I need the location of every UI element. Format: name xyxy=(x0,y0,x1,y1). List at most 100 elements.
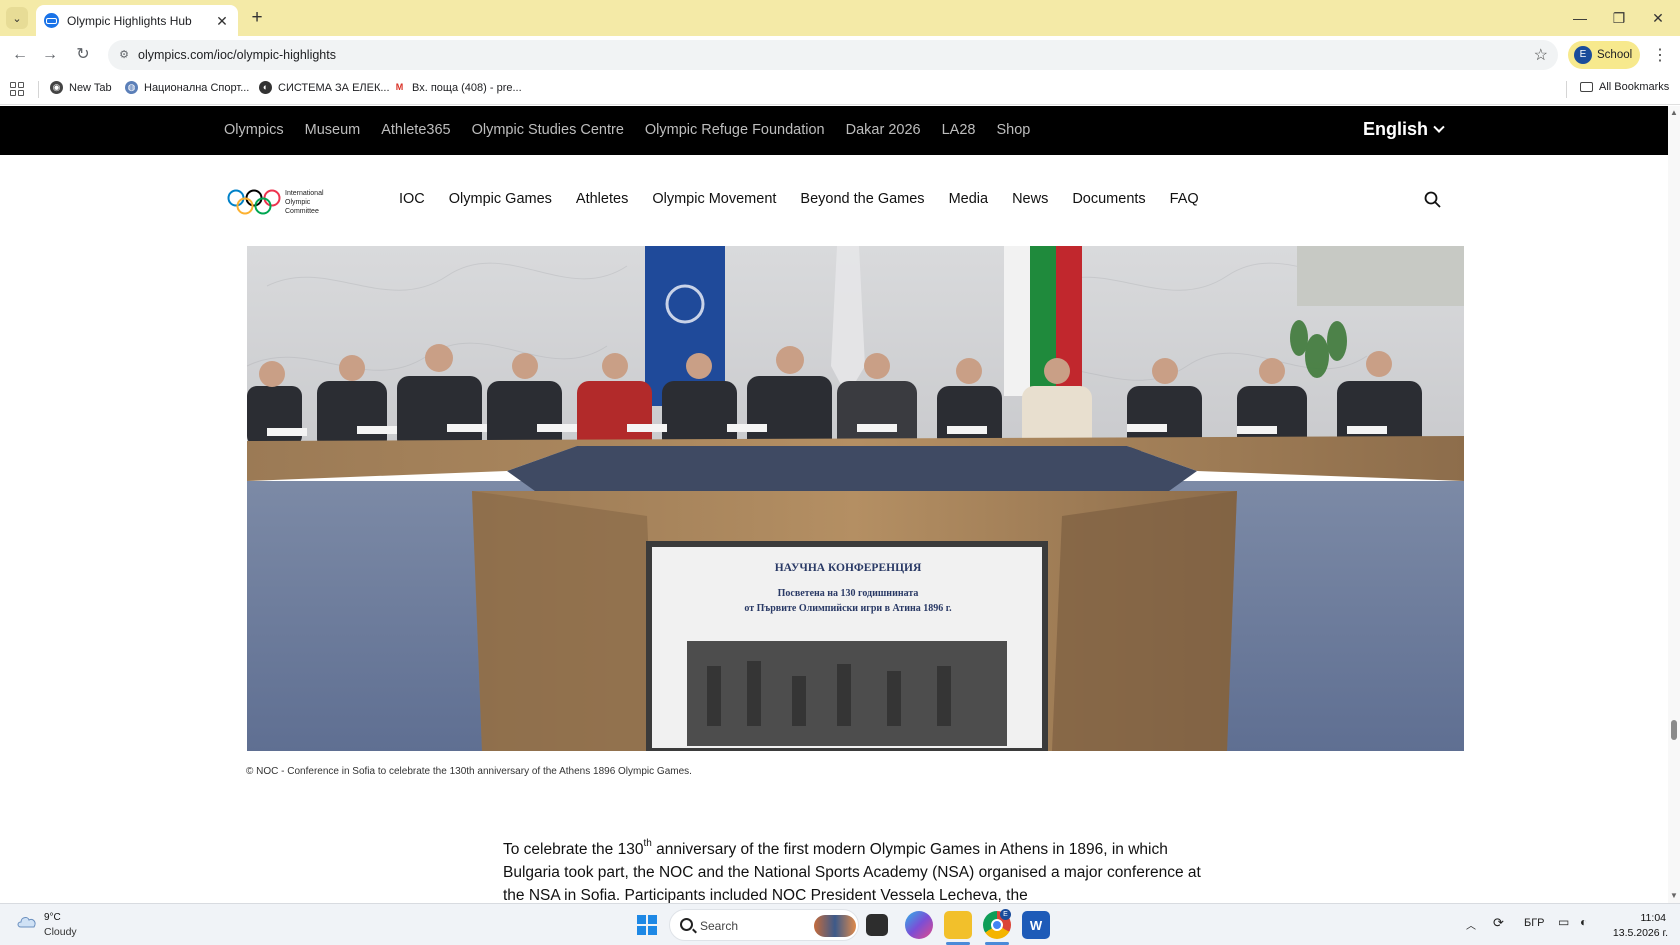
clock-time[interactable]: 11:04 xyxy=(1636,912,1667,924)
nav-items: IOC Olympic Games Athletes Olympic Movem… xyxy=(399,191,1199,207)
nav-item-media[interactable]: Media xyxy=(949,191,989,207)
tab-strip: ⌄ Olympic Highlights Hub ✕ + — ❐ ✕ xyxy=(0,0,1680,36)
file-explorer-icon[interactable] xyxy=(944,911,972,939)
bookmark-system[interactable]: ◐ СИСТЕМА ЗА ЕЛЕК... xyxy=(259,81,390,94)
topbar-link-refuge-foundation[interactable]: Olympic Refuge Foundation xyxy=(645,122,825,138)
network-icon[interactable]: ▭ xyxy=(1558,915,1569,929)
restore-button[interactable]: ❐ xyxy=(1601,6,1637,30)
topbar-link-la28[interactable]: LA28 xyxy=(942,122,976,138)
screen-subtitle-1: Посветена на 130 годишнината xyxy=(777,588,919,599)
bookmark-gmail[interactable]: M Вх. поща (408) - pre... xyxy=(393,81,522,94)
close-window-button[interactable]: ✕ xyxy=(1640,6,1676,30)
globe-icon: ◍ xyxy=(125,81,138,94)
new-tab-button[interactable]: + xyxy=(246,7,268,29)
reload-button[interactable]: ↻ xyxy=(71,44,95,66)
nav-item-olympic-games[interactable]: Olympic Games xyxy=(449,191,552,207)
windows-start-icon[interactable] xyxy=(637,915,657,935)
topbar-link-shop[interactable]: Shop xyxy=(996,122,1030,138)
profile-button[interactable]: E School xyxy=(1568,41,1640,69)
back-button[interactable]: ← xyxy=(8,44,32,66)
page-scrollbar[interactable]: ▲ ▼ xyxy=(1668,106,1680,903)
sync-icon[interactable]: ⟳ xyxy=(1493,915,1504,931)
tab-search-button[interactable]: ⌄ xyxy=(6,7,28,29)
nav-item-athletes[interactable]: Athletes xyxy=(576,191,628,207)
language-selector[interactable]: English xyxy=(1363,119,1445,140)
weather-temp[interactable]: 9°C xyxy=(44,912,61,923)
scroll-down-icon[interactable]: ▼ xyxy=(1670,891,1678,900)
ioc-logo[interactable]: International Olympic Committee xyxy=(227,187,337,221)
nav-item-faq[interactable]: FAQ xyxy=(1170,191,1199,207)
site-icon: ◐ xyxy=(259,81,272,94)
topbar-link-studies-centre[interactable]: Olympic Studies Centre xyxy=(472,122,624,138)
minimize-button[interactable]: — xyxy=(1562,6,1598,30)
gmail-icon: M xyxy=(393,81,406,94)
page-viewport: Olympics Museum Athlete365 Olympic Studi… xyxy=(0,106,1668,903)
nav-item-ioc[interactable]: IOC xyxy=(399,191,425,207)
active-tab[interactable]: Olympic Highlights Hub ✕ xyxy=(36,5,238,36)
hero-photo: НАУЧНА КОНФЕРЕНЦИЯ Посветена на 130 годи… xyxy=(247,246,1464,751)
olympics-favicon-icon xyxy=(44,13,59,28)
address-bar[interactable]: ⚙ olympics.com/ioc/olympic-highlights ☆ xyxy=(108,40,1558,70)
scroll-up-icon[interactable]: ▲ xyxy=(1670,108,1678,117)
search-highlight-icon xyxy=(814,915,856,937)
profile-avatar: E xyxy=(1574,46,1592,64)
scroll-thumb[interactable] xyxy=(1671,720,1677,740)
close-tab-icon[interactable]: ✕ xyxy=(214,13,230,29)
nav-item-news[interactable]: News xyxy=(1012,191,1048,207)
topbar-link-athlete365[interactable]: Athlete365 xyxy=(381,122,450,138)
profile-label: School xyxy=(1597,49,1633,61)
folder-icon xyxy=(1580,82,1593,92)
olympic-rings-icon xyxy=(227,189,281,215)
weather-condition[interactable]: Cloudy xyxy=(44,926,77,938)
bookmark-label: Национална Спорт... xyxy=(144,81,250,94)
all-bookmarks-button[interactable]: All Bookmarks xyxy=(1580,81,1669,93)
tab-title: Olympic Highlights Hub xyxy=(67,13,192,28)
new-tab-icon: ◉ xyxy=(50,81,63,94)
input-language[interactable]: БГР xyxy=(1524,917,1545,929)
site-info-icon[interactable]: ⚙ xyxy=(116,47,132,63)
taskbar-search-placeholder: Search xyxy=(700,919,739,933)
bookmark-sport[interactable]: ◍ Национална Спорт... xyxy=(125,81,249,94)
photo-caption: © NOC - Conference in Sofia to celebrate… xyxy=(246,766,692,777)
chevron-up-icon[interactable]: ︿ xyxy=(1466,917,1476,932)
apps-grid-icon[interactable] xyxy=(10,82,24,96)
all-bookmarks-label: All Bookmarks xyxy=(1599,81,1670,93)
topbar-link-olympics[interactable]: Olympics xyxy=(224,122,284,138)
search-icon[interactable] xyxy=(1424,191,1441,208)
cloud-icon[interactable] xyxy=(16,914,38,928)
logo-text: International Olympic Committee xyxy=(285,190,324,215)
topbar-links: Olympics Museum Athlete365 Olympic Studi… xyxy=(224,122,1030,138)
forward-button[interactable]: → xyxy=(38,44,62,66)
topbar-link-museum[interactable]: Museum xyxy=(305,122,361,138)
bookmark-label: СИСТЕМА ЗА ЕЛЕК... xyxy=(278,81,390,94)
browser-toolbar: ← → ↻ ⚙ olympics.com/ioc/olympic-highlig… xyxy=(0,36,1680,74)
bookmark-label: New Tab xyxy=(69,81,112,94)
task-view-icon[interactable] xyxy=(866,914,888,936)
language-label: English xyxy=(1363,119,1429,139)
bookmark-new-tab[interactable]: ◉ New Tab xyxy=(50,81,112,94)
browser-menu-icon[interactable]: ⋮ xyxy=(1652,45,1668,65)
screen-subtitle-2: от Първите Олимпийски игри в Атина 1896 … xyxy=(744,603,952,614)
topbar-link-dakar-2026[interactable]: Dakar 2026 xyxy=(846,122,921,138)
windows-taskbar: 9°C Cloudy Search E W ︿ ⟳ БГР ▭ ◐ 11:04 … xyxy=(0,903,1680,945)
clock-date[interactable]: 13.5.2026 г. xyxy=(1608,927,1668,939)
article-paragraph: To celebrate the 130th anniversary of th… xyxy=(503,838,1201,904)
volume-icon[interactable]: ◐ xyxy=(1580,915,1587,929)
conference-photo xyxy=(247,246,1464,751)
bookmarks-bar: ◉ New Tab ◍ Национална Спорт... ◐ СИСТЕМ… xyxy=(0,74,1680,105)
url-text[interactable]: olympics.com/ioc/olympic-highlights xyxy=(138,48,336,62)
nav-item-olympic-movement[interactable]: Olympic Movement xyxy=(652,191,776,207)
search-icon xyxy=(680,918,693,931)
taskbar-search[interactable]: Search xyxy=(669,909,859,941)
olympics-top-bar: Olympics Museum Athlete365 Olympic Studi… xyxy=(0,106,1668,155)
nav-item-documents[interactable]: Documents xyxy=(1072,191,1145,207)
chrome-profile-badge: E xyxy=(1000,909,1011,920)
bookmarks-divider xyxy=(1566,81,1567,98)
bookmark-label: Вх. поща (408) - pre... xyxy=(412,81,522,94)
copilot-icon[interactable] xyxy=(905,911,933,939)
bookmarks-divider xyxy=(38,81,39,98)
word-icon[interactable]: W xyxy=(1022,911,1050,939)
bookmark-star-icon[interactable]: ☆ xyxy=(1534,45,1548,65)
nav-item-beyond-the-games[interactable]: Beyond the Games xyxy=(800,191,924,207)
screen-title: НАУЧНА КОНФЕРЕНЦИЯ xyxy=(774,562,922,574)
